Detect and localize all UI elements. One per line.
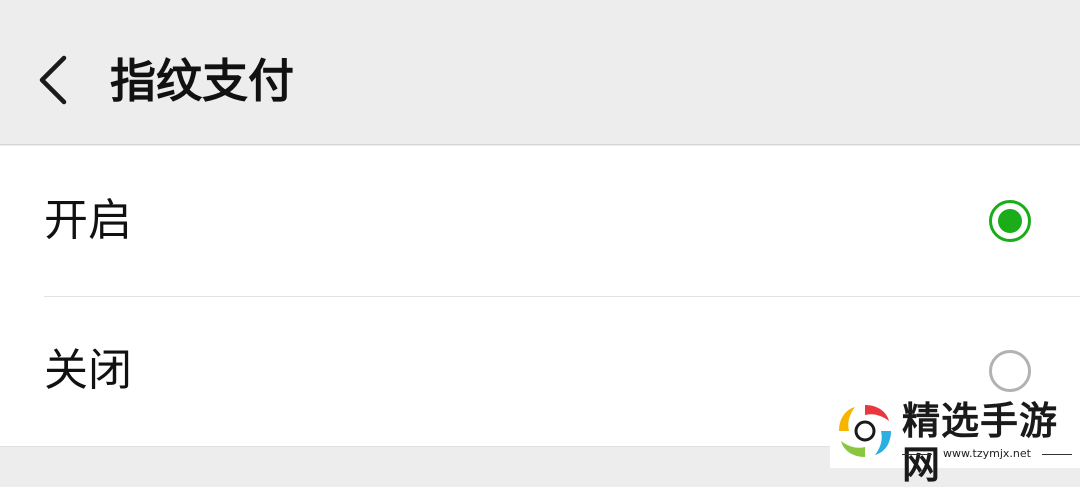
option-label: 开启 bbox=[44, 195, 132, 246]
watermark-url: www.tzymjx.net bbox=[902, 447, 1072, 461]
option-label: 关闭 bbox=[44, 345, 132, 396]
watermark-text: 精选手游网 bbox=[902, 399, 1059, 487]
page-title: 指纹支付 bbox=[110, 54, 294, 108]
radio-unselected-icon[interactable] bbox=[988, 349, 1032, 393]
chevron-left-icon bbox=[39, 55, 67, 105]
watermark: 精选手游网 www.tzymjx.net bbox=[830, 395, 1080, 487]
watermark-logo-icon bbox=[839, 405, 891, 457]
radio-selected-icon[interactable] bbox=[988, 199, 1032, 243]
title-bar: 指纹支付 bbox=[0, 0, 1080, 145]
option-row-enable[interactable]: 开启 bbox=[0, 146, 1080, 297]
back-button[interactable] bbox=[30, 50, 80, 110]
